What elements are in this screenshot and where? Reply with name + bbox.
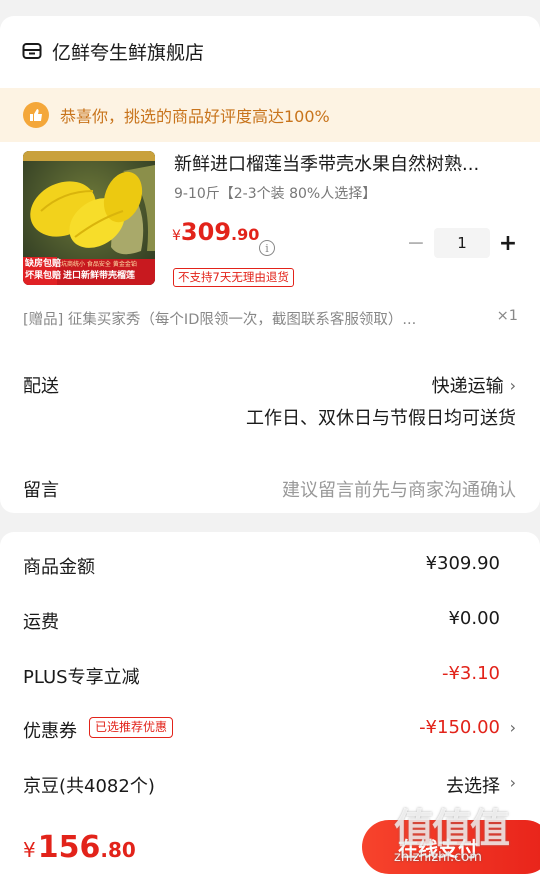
jingdou-label: 京豆(共4082个)	[23, 776, 155, 797]
price-integer: 309	[180, 218, 232, 246]
product-spec[interactable]: 9-10斤【2-3个装 80%人选择】	[174, 183, 376, 203]
delivery-method[interactable]: 快递运输 ›	[432, 372, 516, 398]
chevron-right-icon: ›	[509, 375, 516, 395]
price-decimal: .90	[231, 225, 260, 244]
coupon-badge: 已选推荐优惠	[89, 717, 174, 738]
image-top-strip: 坑商统小 食品安全 黄金金铂	[61, 261, 137, 268]
shipping-label: 运费	[23, 612, 59, 633]
return-policy-badge: 不支持7天无理由退货	[173, 268, 294, 287]
image-tag-3: 进口新鲜带壳榴莲	[63, 271, 136, 281]
total-price: ¥ 156 .80	[23, 830, 136, 865]
chevron-right-icon: ›	[509, 773, 516, 792]
coupon-label: 优惠券	[23, 721, 77, 742]
goods-amount-label: 商品金额	[23, 557, 95, 578]
total-decimal: .80	[100, 838, 136, 862]
coupon-value[interactable]: -¥150.00	[419, 717, 500, 738]
delivery-note: 工作日、双休日与节假日均可送货	[246, 408, 516, 429]
quantity-input[interactable]: 1	[434, 228, 490, 258]
quantity-stepper: − 1 +	[404, 228, 520, 258]
chevron-right-icon: ›	[509, 718, 516, 737]
product-price: ¥ 309 .90	[172, 218, 259, 246]
product-image[interactable]: 缺房包赔 坏果包赔 进口新鲜带壳榴莲 坑商统小 食品安全 黄金金铂	[23, 151, 155, 285]
image-tag-2: 坏果包赔	[25, 271, 62, 281]
banner-text: 恭喜你，挑选的商品好评度高达100%	[60, 107, 330, 126]
store-name: 亿鲜夸生鲜旗舰店	[52, 41, 205, 64]
product-title[interactable]: 新鲜进口榴莲当季带壳水果自然树熟...	[174, 150, 520, 176]
pay-button[interactable]: 在线支付	[362, 820, 540, 874]
price-summary-card: 商品金额 ¥309.90 运费 ¥0.00 PLUS专享立减 -¥3.10 优惠…	[0, 532, 540, 832]
message-input[interactable]: 建议留言前先与商家沟通确认	[282, 476, 516, 502]
message-label: 留言	[23, 480, 59, 501]
checkout-bar: ¥ 156 .80 在线支付	[0, 806, 540, 882]
praise-banner: 恭喜你，挑选的商品好评度高达100%	[0, 88, 540, 142]
jingdou-select[interactable]: 去选择	[446, 772, 500, 798]
delivery-method-text: 快递运输	[431, 376, 504, 397]
price-currency: ¥	[172, 228, 181, 244]
plus-discount-label: PLUS专享立减	[23, 667, 140, 688]
info-icon[interactable]: i	[259, 240, 275, 256]
delivery-label: 配送	[23, 376, 59, 397]
goods-amount-value: ¥309.90	[425, 553, 500, 574]
total-integer: 156	[37, 830, 101, 865]
gift-count: ×1	[490, 308, 518, 324]
plus-discount-value: -¥3.10	[441, 663, 500, 684]
shipping-value: ¥0.00	[448, 608, 500, 629]
store-header[interactable]: 亿鲜夸生鲜旗舰店	[22, 38, 204, 64]
gift-item[interactable]: [赠品] 征集买家秀（每个ID限领一次，截图联系客服领取）...	[23, 308, 499, 329]
total-currency: ¥	[23, 838, 36, 862]
pay-button-label: 在线支付	[398, 836, 478, 861]
decrease-button[interactable]: −	[404, 231, 428, 256]
store-icon	[22, 43, 42, 59]
thumbs-up-icon	[23, 102, 49, 128]
image-tag-1: 缺房包赔	[25, 259, 62, 269]
increase-button[interactable]: +	[496, 231, 520, 256]
